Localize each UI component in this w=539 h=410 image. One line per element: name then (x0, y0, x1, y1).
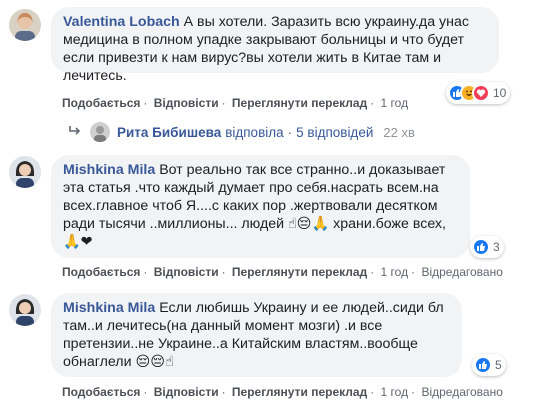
reaction-count: 5 (495, 358, 502, 372)
timestamp[interactable]: 1 год (381, 265, 409, 279)
avatar-valentina[interactable] (9, 9, 41, 41)
reply-author: Рита Бибишева (117, 124, 222, 140)
reply-verb: відповіла (225, 124, 284, 140)
translate-link[interactable]: Переглянути переклад (232, 385, 367, 399)
edited-label[interactable]: Відредаговано (421, 385, 502, 399)
comment-bubble: Valentina Lobach А вы хотели. Заразить в… (51, 7, 499, 84)
reaction-count: 10 (493, 86, 507, 100)
comment-author[interactable]: Valentina Lobach (63, 14, 180, 30)
comment-emoji: ☝😔🙏 (288, 216, 330, 232)
comment-emoji-end: 🙏❤ (63, 234, 93, 250)
comment-bubble: Mishkina Mila Вот реально так все странн… (51, 155, 470, 258)
reply-arrow-icon (68, 125, 82, 140)
like-icon (472, 238, 490, 256)
reply-count: 5 відповідей (296, 124, 374, 140)
reply-dot: · (287, 124, 293, 140)
comment-actions: Подобається · Відповісти · Переглянути пер… (62, 96, 409, 110)
comment-body-end: храни.боже всех, (333, 216, 446, 232)
reaction-summary[interactable]: 10 (446, 82, 511, 104)
translate-link[interactable]: Переглянути переклад (232, 96, 367, 110)
avatar-rita (90, 122, 110, 142)
reaction-count: 3 (493, 240, 500, 254)
like-button[interactable]: Подобається (62, 265, 140, 279)
reply-button[interactable]: Відповісти (154, 96, 219, 110)
like-button[interactable]: Подобається (62, 385, 140, 399)
reply-time: 22 хв (383, 124, 415, 140)
avatar-mishkina[interactable] (9, 294, 41, 326)
comment-text: Mishkina Mila Вот реально так все странн… (63, 161, 458, 251)
timestamp[interactable]: 1 год (381, 385, 409, 399)
edited-label[interactable]: Відредаговано (421, 265, 502, 279)
comment-emoji: 😔😔☝ (135, 354, 174, 370)
comment-text: Mishkina Mila Если любишь Украину и ее л… (63, 299, 450, 371)
timestamp[interactable]: 1 год (381, 96, 409, 110)
comment-bubble: Mishkina Mila Если любишь Украину и ее л… (51, 293, 462, 377)
comment-text: Valentina Lobach А вы хотели. Заразить в… (63, 13, 487, 85)
avatar-mishkina[interactable] (9, 156, 41, 188)
reply-button[interactable]: Відповісти (154, 385, 219, 399)
comment-author[interactable]: Mishkina Mila (63, 162, 155, 178)
view-replies-link[interactable]: Рита Бибишева відповіла · 5 відповідей 2… (68, 122, 415, 142)
reply-button[interactable]: Відповісти (154, 265, 219, 279)
love-icon (472, 84, 490, 102)
reaction-summary[interactable]: 5 (472, 354, 506, 376)
comment-author[interactable]: Mishkina Mila (63, 300, 155, 316)
translate-link[interactable]: Переглянути переклад (232, 265, 367, 279)
like-icon (474, 356, 492, 374)
comment-actions: Подобається · Відповісти · Переглянути пер… (62, 385, 503, 399)
reaction-summary[interactable]: 3 (470, 236, 504, 258)
like-button[interactable]: Подобається (62, 96, 140, 110)
comment-actions: Подобається · Відповісти · Переглянути пер… (62, 265, 503, 279)
